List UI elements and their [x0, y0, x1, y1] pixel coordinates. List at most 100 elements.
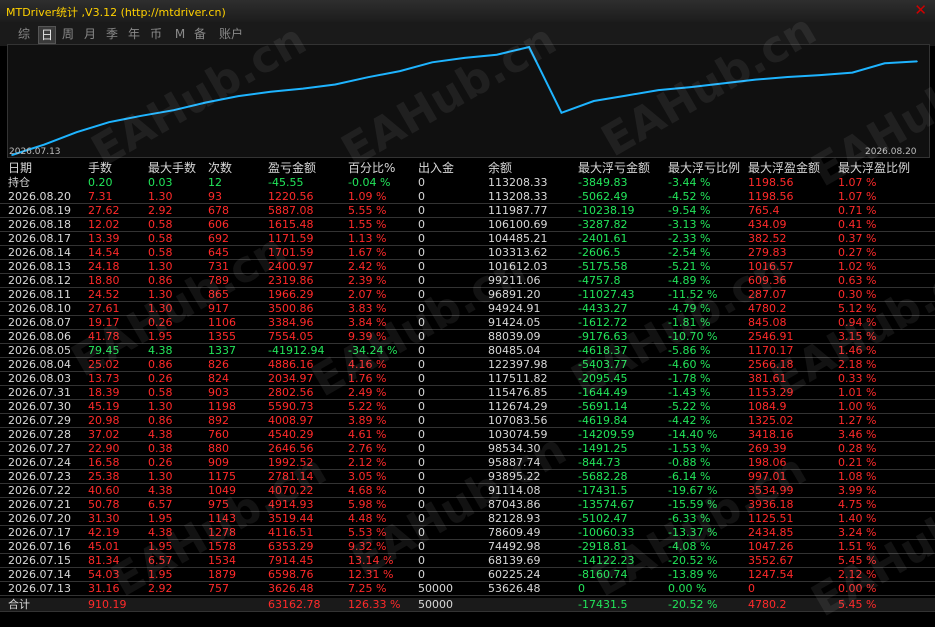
balance-point	[689, 86, 692, 88]
cell-次数: 880	[208, 442, 229, 455]
table-row: 2026.07.13 31.16 2.92 757 3626.48 7.25 % 50000…	[0, 582, 935, 596]
cell-最大浮亏金额: -10060.33	[578, 526, 635, 539]
tab-4[interactable]: 季	[104, 26, 120, 42]
cell-日期: 2026.07.17	[8, 526, 71, 539]
cell-日期: 2026.07.16	[8, 540, 71, 553]
cell-最大浮亏比例: -1.43 %	[668, 386, 711, 399]
cell-最大浮亏金额: -3849.83	[578, 176, 628, 189]
cell-百分比%: 2.07 %	[348, 288, 387, 301]
cell-最大手数: 0.86	[148, 414, 173, 427]
cell-最大浮盈金额: 4780.2	[748, 598, 787, 611]
cell-最大浮盈比例: 5.45 %	[838, 598, 877, 611]
cell-百分比%: 2.76 %	[348, 442, 387, 455]
table-row: 2026.07.23 25.38 1.30 1175 2781.14 3.05 % 0 938…	[0, 470, 935, 484]
cell-盈亏金额: 2646.56	[268, 442, 314, 455]
tab-8[interactable]: 备	[192, 26, 208, 42]
header-cell: 次数	[208, 161, 233, 175]
cell-日期: 2026.07.30	[8, 400, 71, 413]
tab-9[interactable]: 账户	[216, 26, 246, 42]
header-cell: 最大手数	[148, 161, 197, 175]
table-row: 2026.07.17 42.19 4.38 1278 4116.51 5.53 % 0 786…	[0, 526, 935, 540]
cell-最大浮亏金额: -17431.5	[578, 598, 628, 611]
cell-最大浮盈金额: 4780.2	[748, 302, 787, 315]
cell-出入金: 0	[418, 372, 425, 385]
cell-日期: 2026.08.07	[8, 316, 71, 329]
cell-出入金: 0	[418, 498, 425, 511]
cell-最大浮盈金额: 1247.54	[748, 568, 794, 581]
cell-最大浮亏比例: -1.53 %	[668, 442, 711, 455]
cell-最大浮亏金额: -5062.49	[578, 190, 628, 203]
balance-point	[43, 143, 46, 146]
cell-最大浮亏金额: -5682.28	[578, 470, 628, 483]
table-header: 日期 手数 最大手数 次数 盈亏金额 百分比% 出入金 余额 最大浮亏金额 最大浮亏比例 最大浮盈金…	[0, 160, 935, 177]
cell-手数: 81.34	[88, 554, 120, 567]
cell-出入金: 0	[418, 246, 425, 259]
balance-point	[657, 89, 660, 91]
cell-出入金: 0	[418, 456, 425, 469]
cell-最大浮亏比例: -13.37 %	[668, 526, 718, 539]
cell-出入金: 0	[418, 512, 425, 525]
balance-point	[786, 76, 789, 78]
header-cell: 手数	[88, 161, 113, 175]
cell-手数: 22.90	[88, 442, 120, 455]
cell-最大浮亏比例: -3.13 %	[668, 218, 711, 231]
cell-盈亏金额: 63162.78	[268, 598, 321, 611]
cell-最大浮盈金额: 765.4	[748, 204, 780, 217]
cell-最大浮盈金额: 3936.18	[748, 498, 794, 511]
cell-最大手数: 0.58	[148, 246, 173, 259]
cell-余额: 80485.04	[488, 344, 541, 357]
cell-百分比%: 2.12 %	[348, 456, 387, 469]
tab-0[interactable]: 综	[16, 26, 32, 42]
table-row: 2026.08.06 41.78 1.95 1355 7554.05 9.39 % 0 880…	[0, 330, 935, 344]
cell-出入金: 0	[418, 330, 425, 343]
cell-最大浮盈金额: 269.39	[748, 442, 787, 455]
tab-1[interactable]: 日	[38, 26, 56, 44]
cell-最大浮亏比例: -10.70 %	[668, 330, 718, 343]
cell-余额: 88039.09	[488, 330, 541, 343]
cell-次数: 1198	[208, 400, 236, 413]
balance-point	[108, 121, 110, 124]
tab-7[interactable]: M	[172, 26, 188, 42]
cell-最大手数: 4.38	[148, 428, 173, 441]
cell-盈亏金额: 6598.76	[268, 568, 314, 581]
tab-3[interactable]: 月	[82, 26, 98, 42]
cell-最大浮盈比例: 1.46 %	[838, 344, 877, 357]
cell-日期: 2026.08.04	[8, 358, 71, 371]
cell-最大手数: 0.58	[148, 218, 173, 231]
header-cell: 余额	[488, 161, 513, 175]
cell-最大浮亏比例: -4.60 %	[668, 358, 711, 371]
cell-次数: 903	[208, 386, 229, 399]
balance-chart	[7, 44, 930, 158]
table-row: 2026.07.20 31.30 1.95 1143 3519.44 4.48 % 0 821…	[0, 512, 935, 526]
cell-最大浮亏金额: -1491.25	[578, 442, 628, 455]
cell-日期: 2026.08.12	[8, 274, 71, 287]
cell-最大浮亏金额: -9176.63	[578, 330, 628, 343]
table-row: 2026.07.30 45.19 1.30 1198 5590.73 5.22 % 0 112…	[0, 400, 935, 414]
cell-出入金: 0	[418, 540, 425, 553]
cell-盈亏金额: 2319.86	[268, 274, 314, 287]
cell-余额: 91424.05	[488, 316, 541, 329]
tab-5[interactable]: 年	[126, 26, 142, 42]
cell-百分比%: 4.68 %	[348, 484, 387, 497]
close-icon[interactable]: ✕	[914, 1, 927, 19]
cell-手数: 45.01	[88, 540, 120, 553]
cell-次数: 1049	[208, 484, 236, 497]
cell-次数: 1355	[208, 330, 236, 343]
cell-日期: 持仓	[8, 176, 30, 189]
tab-6[interactable]: 币	[148, 26, 164, 42]
cell-最大浮盈比例: 0.28 %	[838, 442, 877, 455]
cell-手数: 13.73	[88, 372, 120, 385]
table-row: 2026.07.29 20.98 0.86 892 4008.97 3.89 % 0 1070…	[0, 414, 935, 428]
cell-最大浮亏金额: -3287.82	[578, 218, 628, 231]
cell-最大手数: 0.26	[148, 316, 173, 329]
cell-最大浮亏比例: 0.00 %	[668, 582, 707, 595]
cell-出入金: 0	[418, 400, 425, 413]
cell-余额: 99211.06	[488, 274, 541, 287]
cell-最大浮盈金额: 434.09	[748, 218, 787, 231]
tab-2[interactable]: 周	[60, 26, 76, 42]
cell-次数: 865	[208, 288, 229, 301]
cell-最大浮亏金额: -5403.77	[578, 358, 628, 371]
cell-日期: 2026.07.24	[8, 456, 71, 469]
cell-百分比%: 5.98 %	[348, 498, 387, 511]
header-cell: 最大浮盈比例	[838, 161, 911, 175]
